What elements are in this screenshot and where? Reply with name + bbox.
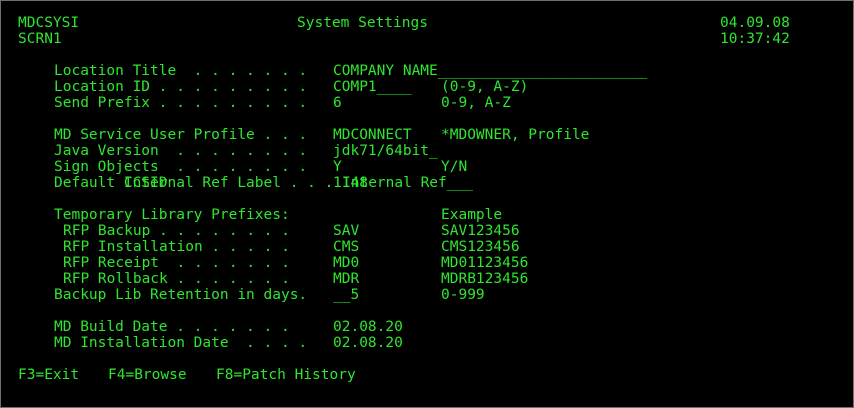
md-service-user-label: MD Service User Profile . . .: [54, 127, 308, 143]
location-id-label: Location ID . . . . . . . . .: [54, 79, 308, 95]
install-date-label: MD Installation Date . . . .: [54, 335, 308, 351]
install-date-value: 02.08.20: [333, 335, 403, 351]
internal-ref-label: Internal Ref Label . . .: [123, 175, 334, 191]
rfp-installation-field[interactable]: CMS: [333, 239, 359, 255]
location-id-field[interactable]: COMP1____: [333, 79, 412, 95]
md-service-user-hint: *MDOWNER, Profile: [441, 127, 590, 143]
rfp-backup-field[interactable]: SAV: [333, 223, 359, 239]
rfp-backup-example: SAV123456: [441, 223, 520, 239]
page-title: System Settings: [297, 15, 428, 31]
sign-objects-hint: Y/N: [441, 159, 468, 175]
rfp-installation-example: CMS123456: [441, 239, 520, 255]
rfp-receipt-example: MD01123456: [441, 255, 529, 271]
retention-label: Backup Lib Retention in days.: [54, 287, 308, 303]
send-prefix-field[interactable]: 6: [333, 95, 342, 111]
f4-browse-key[interactable]: F4=Browse: [108, 367, 187, 383]
example-heading: Example: [441, 207, 503, 223]
temp-lib-heading: Temporary Library Prefixes:: [54, 207, 290, 223]
rfp-rollback-label: RFP Rollback . . . . . . .: [63, 271, 290, 287]
java-version-label: Java Version . . . . . . . .: [54, 143, 308, 159]
retention-field[interactable]: __5: [333, 287, 359, 303]
location-title-label: Location Title . . . . . . .: [54, 63, 308, 79]
send-prefix-hint: 0-9, A-Z: [441, 95, 511, 111]
java-version-field[interactable]: jdk71/64bit_: [333, 143, 438, 159]
f3-exit-key[interactable]: F3=Exit: [18, 367, 79, 383]
md-service-user-field[interactable]: MDCONNECT: [333, 127, 412, 143]
build-date-label: MD Build Date . . . . . . .: [54, 319, 290, 335]
rfp-receipt-label: RFP Receipt . . . . . . .: [63, 255, 290, 271]
rfp-backup-label: RFP Backup . . . . . . . .: [63, 223, 290, 239]
location-title-field[interactable]: COMPANY NAME________________________: [333, 63, 647, 79]
internal-ref-field[interactable]: Internal Ref___: [342, 175, 473, 191]
rfp-installation-label: RFP Installation . . . . .: [63, 239, 290, 255]
send-prefix-label: Send Prefix . . . . . . . . .: [54, 95, 308, 111]
header-date: 04.09.08: [720, 15, 790, 31]
retention-hint: 0-999: [441, 287, 485, 303]
header-time: 10:37:42: [720, 31, 790, 47]
sign-objects-label: Sign Objects . . . . . . . .: [54, 159, 308, 175]
location-id-hint: (0-9, A-Z): [441, 79, 529, 95]
rfp-receipt-field[interactable]: MD0: [333, 255, 359, 271]
f8-patch-history-key[interactable]: F8=Patch History: [216, 367, 356, 383]
program-name: MDCSYSI: [18, 15, 80, 31]
rfp-rollback-example: MDRB123456: [441, 271, 529, 287]
rfp-rollback-field[interactable]: MDR: [333, 271, 359, 287]
build-date-value: 02.08.20: [333, 319, 403, 335]
screen-name: SCRN1: [18, 31, 62, 47]
sign-objects-field[interactable]: Y: [333, 159, 342, 175]
